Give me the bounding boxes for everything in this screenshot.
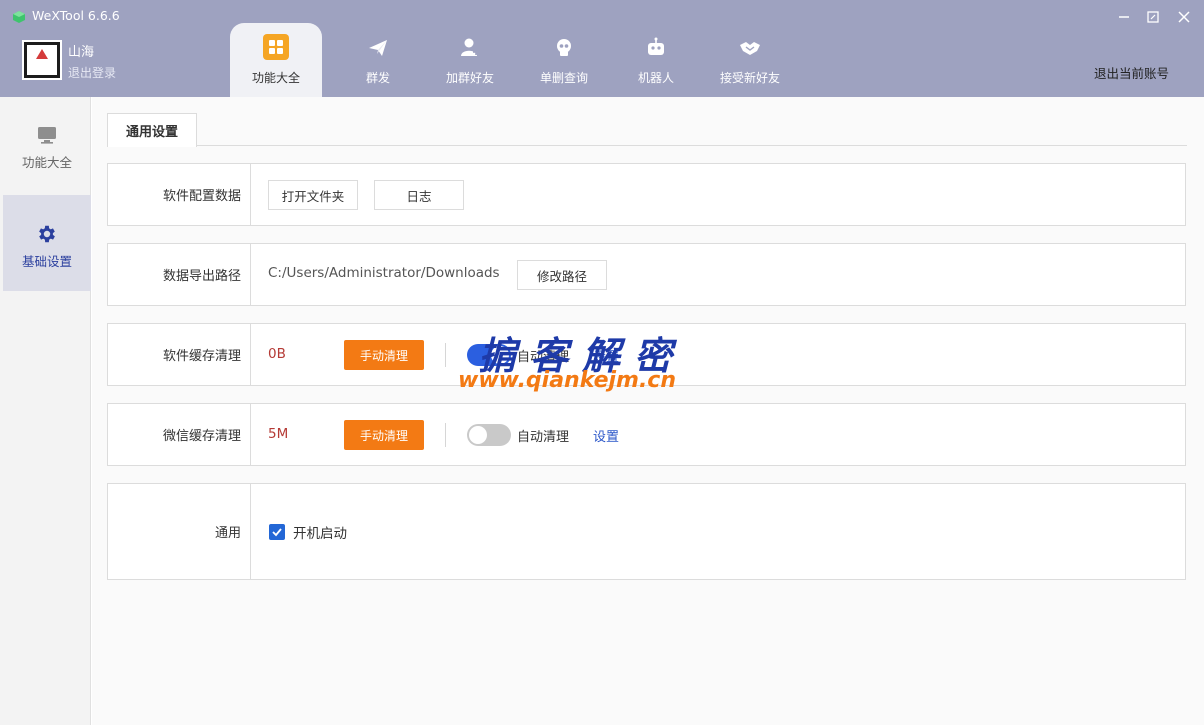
wechat-cache-auto-label: 自动清理 — [517, 430, 570, 445]
row-wechat-cache: 微信缓存清理 5M 手动清理 自动清理 设置 — [107, 403, 1186, 466]
logout-account-link[interactable]: 退出当前账号 — [1094, 63, 1169, 82]
robot-icon — [648, 37, 664, 55]
minimize-icon[interactable] — [1113, 6, 1135, 28]
add-contact-icon — [461, 38, 479, 56]
row-config-data: 软件配置数据 打开文件夹 日志 — [107, 163, 1186, 226]
sidebar-item-label: 基础设置 — [21, 254, 72, 269]
row-label: 数据导出路径 — [108, 244, 251, 305]
row-general: 通用 开机启动 — [107, 483, 1186, 580]
close-icon[interactable] — [1173, 6, 1195, 28]
wechat-cache-manual-clean-button[interactable]: 手动清理 — [344, 420, 424, 450]
tab-robot[interactable]: 机器人 — [610, 23, 702, 97]
title-bar: WeXTool 6.6.6 山海 退出登录 功能大全 群发 加群好友 单删查询 … — [0, 0, 1204, 97]
toggle-knob — [469, 426, 487, 444]
tab-label: 接受新好友 — [719, 71, 780, 85]
sidebar-item-basic-settings[interactable]: 基础设置 — [3, 195, 91, 291]
tab-features[interactable]: 功能大全 — [230, 23, 322, 97]
checkmark-icon — [272, 528, 282, 537]
sidebar-item-features[interactable]: 功能大全 — [3, 97, 91, 193]
app-title: WeXTool 6.6.6 — [32, 8, 120, 23]
startup-checkbox[interactable] — [269, 524, 285, 540]
tab-accept-new-friends[interactable]: 接受新好友 — [704, 23, 796, 97]
tab-label: 单删查询 — [539, 71, 588, 85]
tab-label: 功能大全 — [251, 71, 300, 85]
send-icon — [369, 40, 387, 56]
settings-tab-strip: 通用设置 — [107, 113, 1187, 147]
wechat-cache-size: 5M — [268, 426, 289, 442]
row-body: 开机启动 — [252, 484, 1185, 579]
watermark-url: www.qiankejm.cn — [458, 368, 677, 393]
row-label: 软件配置数据 — [108, 164, 251, 225]
logout-link[interactable]: 退出登录 — [68, 64, 116, 81]
row-label: 软件缓存清理 — [108, 324, 251, 385]
export-path-value: C:/Users/Administrator/Downloads — [268, 265, 500, 281]
sidebar: 功能大全 基础设置 — [0, 97, 91, 725]
maximize-icon[interactable] — [1142, 6, 1164, 28]
tab-broadcast[interactable]: 群发 — [332, 23, 424, 97]
divider — [445, 343, 446, 367]
software-cache-size: 0B — [268, 346, 286, 362]
row-label: 通用 — [108, 484, 251, 579]
skull-icon — [557, 39, 571, 56]
row-export-path: 数据导出路径 C:/Users/Administrator/Downloads … — [107, 243, 1186, 306]
divider — [445, 423, 446, 447]
tab-add-group-friends[interactable]: 加群好友 — [424, 23, 516, 97]
avatar-mark-icon — [36, 49, 48, 59]
wechat-cache-settings-link[interactable]: 设置 — [593, 426, 619, 445]
grid-icon — [263, 34, 289, 60]
sidebar-item-label: 功能大全 — [21, 155, 72, 170]
tab-label: 加群好友 — [445, 71, 494, 85]
open-folder-button[interactable]: 打开文件夹 — [268, 180, 358, 210]
row-body: C:/Users/Administrator/Downloads 修改路径 — [252, 244, 1185, 305]
app-logo-icon — [13, 11, 25, 23]
change-path-button[interactable]: 修改路径 — [517, 260, 607, 290]
gear-icon — [39, 225, 55, 243]
main-panel: 通用设置 软件配置数据 打开文件夹 日志 数据导出路径 C:/Users/Adm… — [92, 97, 1204, 725]
log-button[interactable]: 日志 — [374, 180, 464, 210]
avatar-image — [27, 45, 57, 75]
tab-single-delete-check[interactable]: 单删查询 — [518, 23, 610, 97]
tab-general-settings[interactable]: 通用设置 — [107, 113, 197, 147]
row-body: 5M 手动清理 自动清理 设置 — [252, 404, 1185, 465]
tab-label: 群发 — [365, 71, 390, 85]
monitor-icon — [38, 127, 56, 144]
startup-label: 开机启动 — [293, 526, 347, 542]
handshake-icon — [740, 42, 760, 55]
user-name: 山海 — [68, 45, 95, 60]
tab-label: 机器人 — [637, 71, 674, 85]
wechat-cache-auto-toggle[interactable] — [467, 424, 511, 446]
avatar[interactable] — [22, 40, 62, 80]
row-body: 打开文件夹 日志 — [252, 164, 1185, 225]
row-label: 微信缓存清理 — [108, 404, 251, 465]
software-cache-manual-clean-button[interactable]: 手动清理 — [344, 340, 424, 370]
row-body: 0B 手动清理 自动清理 设置 — [252, 324, 1185, 385]
